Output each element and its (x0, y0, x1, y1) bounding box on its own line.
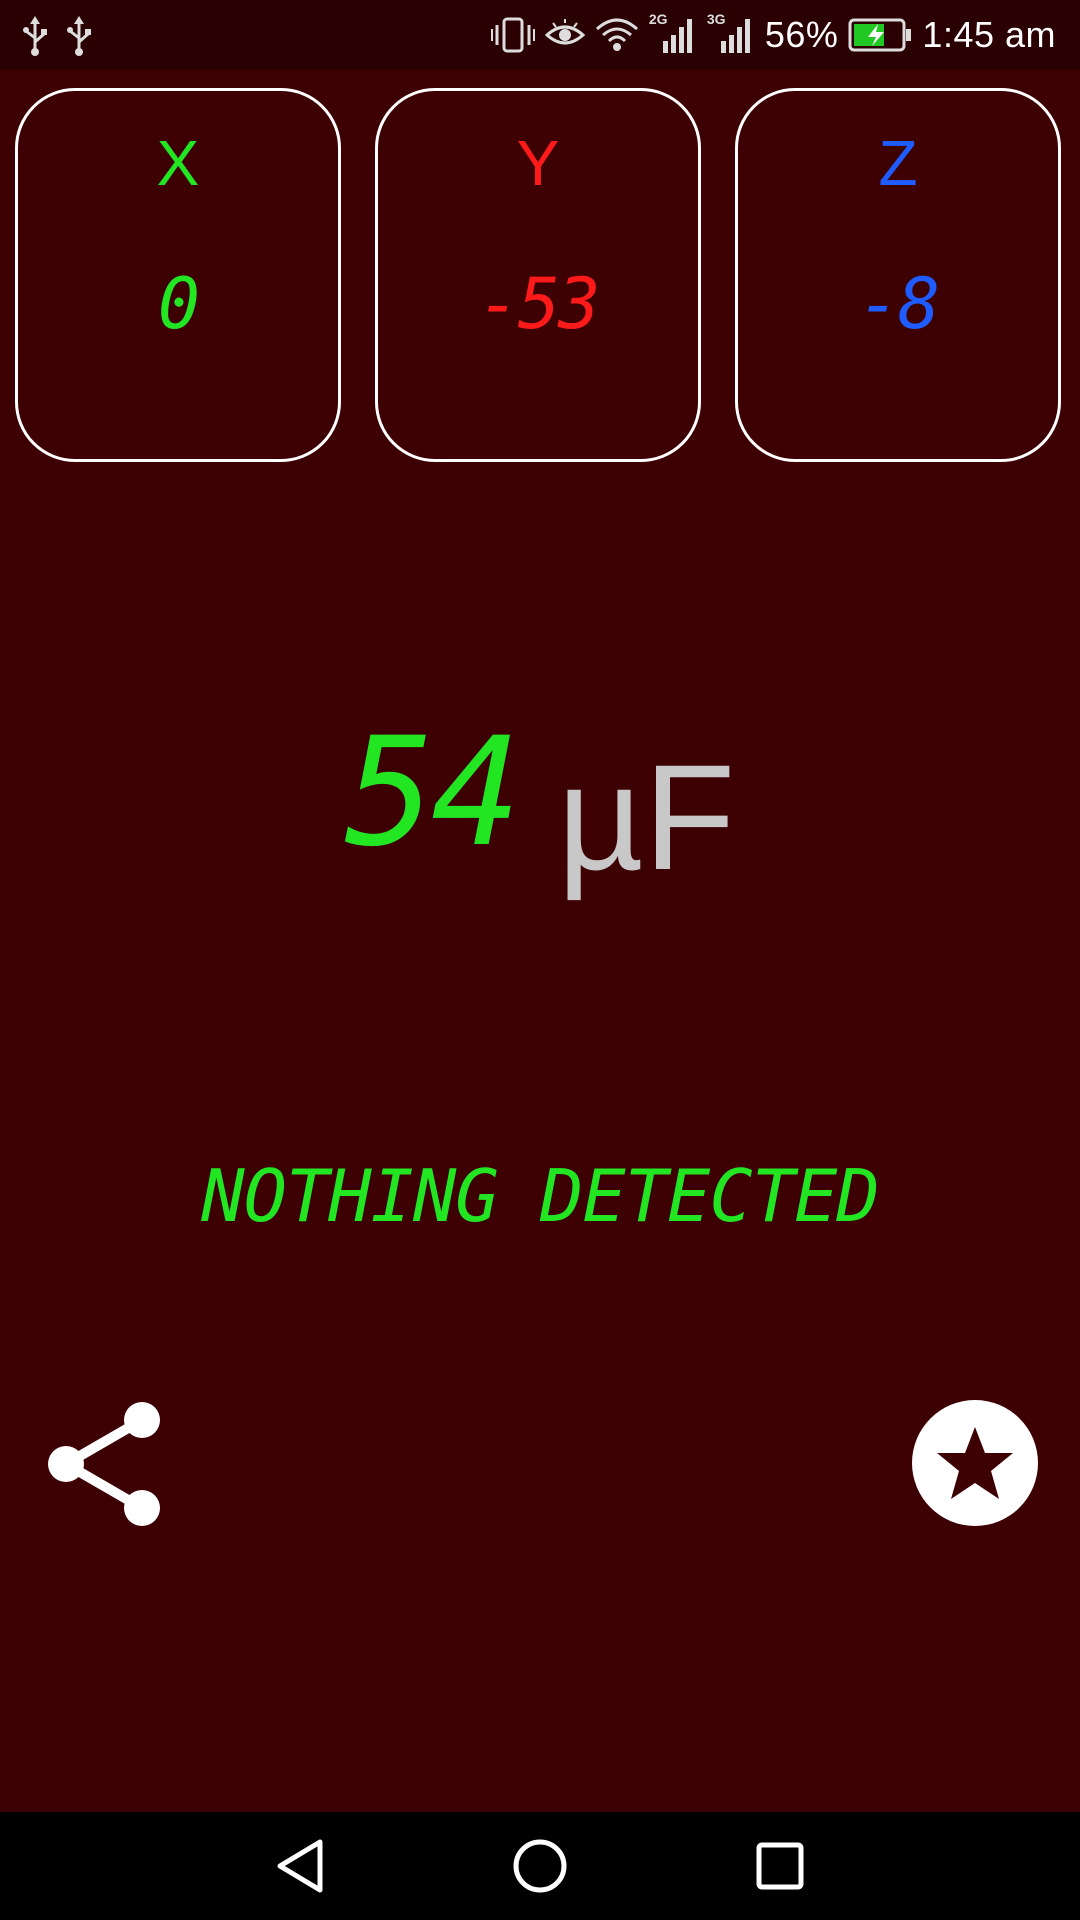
share-button[interactable] (46, 1400, 162, 1528)
eye-icon (544, 15, 585, 55)
home-icon (513, 1839, 567, 1893)
axis-card-z: Z -8 (735, 88, 1061, 462)
star-icon (937, 1427, 1013, 1499)
reading-value: 54 (344, 706, 522, 880)
status-bar: 2G 3G 56% 1:45 am (0, 0, 1080, 70)
axis-value-y: -53 (477, 263, 600, 345)
back-icon (277, 1839, 323, 1893)
network-type-label: 2G (648, 11, 668, 27)
battery-charging-icon (848, 18, 912, 52)
usb-icon (66, 16, 92, 56)
axis-card-y: Y -53 (375, 88, 701, 462)
axis-label-y: Y (516, 127, 560, 199)
signal-2g-icon: 2G (649, 11, 697, 55)
status-right-icons: 2G 3G 56% 1:45 am (490, 11, 1056, 58)
status-left-icons (22, 14, 92, 58)
axis-value-x: 0 (157, 263, 200, 345)
axis-card-x: X 0 (15, 88, 341, 462)
clock: 1:45 am (922, 14, 1056, 55)
detection-status: NOTHING DETECTED (201, 1154, 880, 1238)
axis-value-z: -8 (857, 263, 940, 345)
axis-label-z: Z (878, 127, 918, 199)
wifi-icon (595, 15, 639, 55)
network-type-label: 3G (706, 11, 726, 27)
navigation-bar (0, 1812, 1080, 1920)
reading-unit: µF (557, 733, 736, 901)
app-screen: 2G 3G 56% 1:45 am X 0 Y -53 Z -8 54 µF N… (0, 0, 1080, 1920)
back-button[interactable] (268, 1834, 332, 1898)
share-icon (48, 1402, 160, 1526)
vibrate-icon (490, 15, 535, 55)
usb-icon (22, 16, 48, 56)
battery-percent: 56% (764, 14, 839, 55)
favorite-button[interactable] (912, 1400, 1038, 1526)
recents-button[interactable] (748, 1834, 812, 1898)
recents-icon (756, 1842, 804, 1890)
home-button[interactable] (508, 1834, 572, 1898)
signal-3g-icon: 3G (707, 11, 755, 55)
axis-label-x: X (156, 127, 200, 199)
main-reading: 54 µF (0, 706, 1080, 892)
